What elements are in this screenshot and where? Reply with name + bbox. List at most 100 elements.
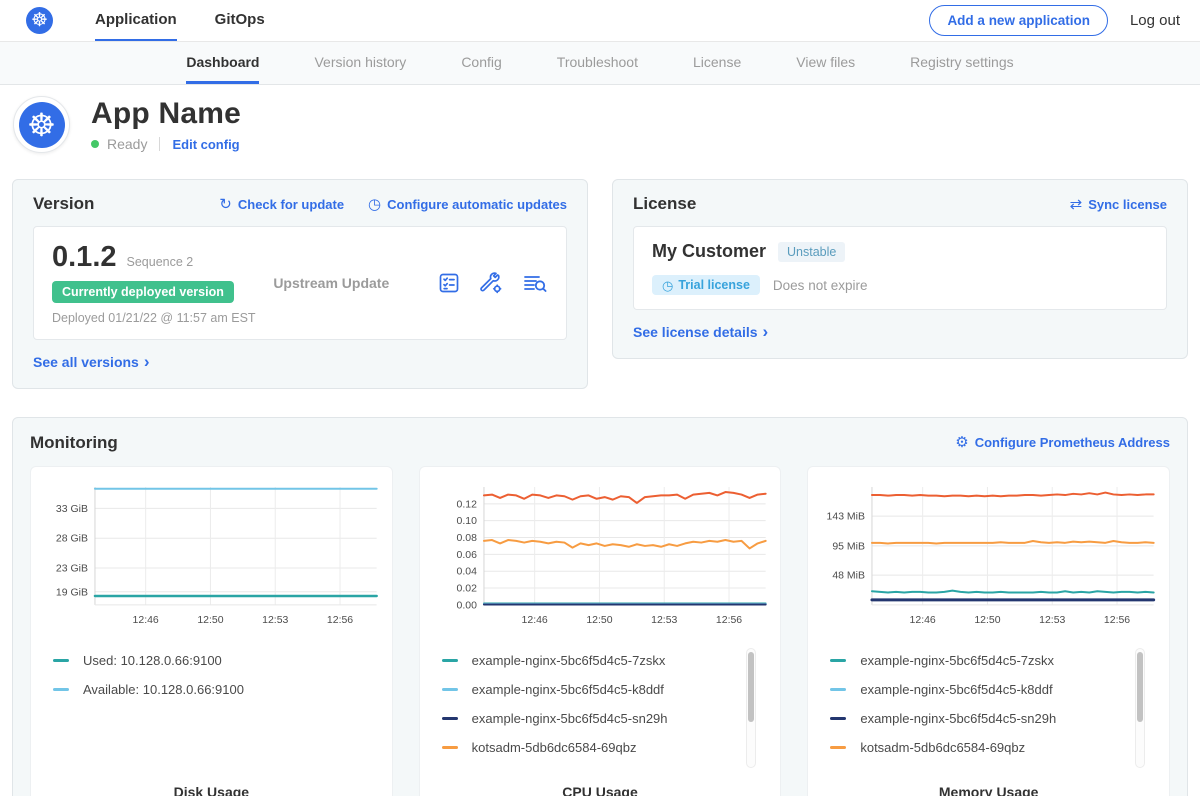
legend-item: example-nginx-5bc6f5d4c5-sn29h (442, 704, 769, 733)
legend-scrollbar-thumb[interactable] (748, 652, 754, 722)
tab-view-files[interactable]: View files (796, 42, 855, 84)
svg-text:12:53: 12:53 (651, 614, 677, 625)
legend-swatch (830, 659, 846, 662)
trial-license-badge: ◷ Trial license (652, 275, 760, 295)
svg-text:12:56: 12:56 (327, 614, 353, 625)
tab-registry-settings[interactable]: Registry settings (910, 42, 1013, 84)
svg-text:12:53: 12:53 (262, 614, 288, 625)
svg-text:12:50: 12:50 (586, 614, 612, 625)
svg-text:0.08: 0.08 (456, 533, 477, 544)
legend-swatch (53, 659, 69, 662)
deploy-logs-icon[interactable] (522, 271, 548, 295)
tab-troubleshoot[interactable]: Troubleshoot (557, 42, 638, 84)
legend-swatch (442, 659, 458, 662)
legend-item: Used: 10.128.0.66:9100 (53, 646, 380, 675)
tab-version-history[interactable]: Version history (314, 42, 406, 84)
disk-usage-panel: 33 GiB28 GiB23 GiB19 GiB12:4612:5012:531… (30, 466, 393, 796)
sync-icon: ⇄ (1070, 197, 1083, 212)
version-source: Upstream Update (273, 275, 389, 291)
sync-license-link[interactable]: ⇄ Sync license (1070, 197, 1167, 212)
configure-automatic-updates-link[interactable]: ◷ Configure automatic updates (368, 197, 567, 212)
channel-badge: Unstable (778, 242, 845, 262)
top-nav: ☸ Application GitOps Add a new applicati… (0, 0, 1200, 42)
customer-name: My Customer (652, 241, 766, 262)
cpu-usage-legend: example-nginx-5bc6f5d4c5-7zskx example-n… (442, 646, 769, 768)
memory-usage-chart: 143 MiB95 MiB48 MiB12:4612:5012:5312:56 (816, 479, 1161, 631)
disk-usage-chart: 33 GiB28 GiB23 GiB19 GiB12:4612:5012:531… (39, 479, 384, 631)
gear-icon: ⚙ (955, 435, 968, 450)
stopwatch-icon: ◷ (662, 279, 673, 292)
legend-item: example-nginx-5bc6f5d4c5-7zskx (442, 646, 769, 675)
svg-text:95 MiB: 95 MiB (833, 541, 866, 552)
app-header: ☸ App Name Ready Edit config (0, 85, 1200, 166)
release-notes-icon[interactable] (437, 271, 461, 295)
monitoring-card: Monitoring ⚙ Configure Prometheus Addres… (12, 417, 1188, 796)
svg-text:33 GiB: 33 GiB (56, 503, 88, 514)
svg-text:12:50: 12:50 (975, 614, 1001, 625)
version-card-title: Version (33, 194, 94, 214)
logout-link[interactable]: Log out (1130, 12, 1180, 29)
check-for-update-link[interactable]: ↻ Check for update (219, 197, 344, 212)
tab-config[interactable]: Config (461, 42, 501, 84)
topnav-tabs: Application GitOps (95, 0, 265, 41)
configure-prometheus-link[interactable]: ⚙ Configure Prometheus Address (955, 435, 1170, 450)
legend-item: kotsadm-5db6dc6584-69qbz (442, 733, 769, 762)
svg-text:12:46: 12:46 (521, 614, 547, 625)
add-application-button[interactable]: Add a new application (929, 5, 1108, 36)
legend-scrollbar (1135, 648, 1145, 768)
see-license-details-link[interactable]: See license details › (633, 323, 768, 340)
svg-text:12:53: 12:53 (1039, 614, 1065, 625)
page-title: App Name (91, 97, 241, 131)
legend-swatch (53, 688, 69, 691)
tab-application[interactable]: Application (95, 0, 177, 41)
kubernetes-logo-icon: ☸ (26, 7, 53, 34)
brand: ☸ (26, 0, 53, 41)
svg-text:28 GiB: 28 GiB (56, 533, 88, 544)
legend-item: kotsadm-5db6dc6584-69qbz (830, 733, 1157, 762)
config-wrench-icon[interactable] (479, 271, 504, 295)
kubernetes-wheel-icon: ☸ (19, 102, 65, 148)
version-number: 0.1.2 (52, 241, 117, 274)
see-all-versions-link[interactable]: See all versions › (33, 353, 150, 370)
app-logo: ☸ (13, 96, 70, 153)
svg-text:0.00: 0.00 (456, 600, 477, 611)
cpu-usage-panel: 0.120.100.080.060.040.020.0012:4612:5012… (419, 466, 782, 796)
monitoring-title: Monitoring (30, 433, 118, 453)
status-text: Ready (107, 136, 147, 152)
legend-swatch (442, 717, 458, 720)
legend-scrollbar-thumb[interactable] (1137, 652, 1143, 722)
svg-text:0.06: 0.06 (456, 549, 477, 560)
app-sub-nav: Dashboard Version history Config Trouble… (0, 42, 1200, 85)
svg-text:19 GiB: 19 GiB (56, 587, 88, 598)
legend-swatch (830, 717, 846, 720)
tab-license[interactable]: License (693, 42, 741, 84)
cpu-usage-chart: 0.120.100.080.060.040.020.0012:4612:5012… (428, 479, 773, 631)
legend-item: example-nginx-5bc6f5d4c5-k8ddf (442, 675, 769, 704)
version-card: Version ↻ Check for update ◷ Configure a… (12, 179, 588, 389)
chevron-right-icon: › (144, 353, 150, 370)
tab-gitops[interactable]: GitOps (215, 0, 265, 41)
svg-text:48 MiB: 48 MiB (833, 570, 866, 581)
sequence-label: Sequence 2 (127, 255, 194, 269)
disk-usage-legend: Used: 10.128.0.66:9100 Available: 10.128… (53, 646, 380, 768)
edit-config-link[interactable]: Edit config (172, 137, 239, 152)
svg-text:23 GiB: 23 GiB (56, 563, 88, 574)
svg-text:0.10: 0.10 (456, 516, 477, 527)
chart-title: Memory Usage (816, 784, 1161, 796)
ready-status-dot (91, 140, 99, 148)
license-box: My Customer Unstable ◷ Trial license Doe… (633, 226, 1167, 310)
chart-title: Disk Usage (39, 784, 384, 796)
clock-icon: ◷ (368, 197, 381, 212)
svg-text:0.12: 0.12 (456, 499, 477, 510)
memory-usage-panel: 143 MiB95 MiB48 MiB12:4612:5012:5312:56 … (807, 466, 1170, 796)
svg-text:12:46: 12:46 (133, 614, 159, 625)
legend-scrollbar (746, 648, 756, 768)
svg-text:12:56: 12:56 (716, 614, 742, 625)
legend-item: example-nginx-5bc6f5d4c5-sn29h (830, 704, 1157, 733)
legend-item: Available: 10.128.0.66:9100 (53, 675, 380, 704)
svg-text:12:46: 12:46 (910, 614, 936, 625)
tab-dashboard[interactable]: Dashboard (186, 42, 259, 84)
legend-item: example-nginx-5bc6f5d4c5-7zskx (830, 646, 1157, 675)
current-version-box: 0.1.2 Sequence 2 Currently deployed vers… (33, 226, 567, 340)
legend-swatch (442, 746, 458, 749)
